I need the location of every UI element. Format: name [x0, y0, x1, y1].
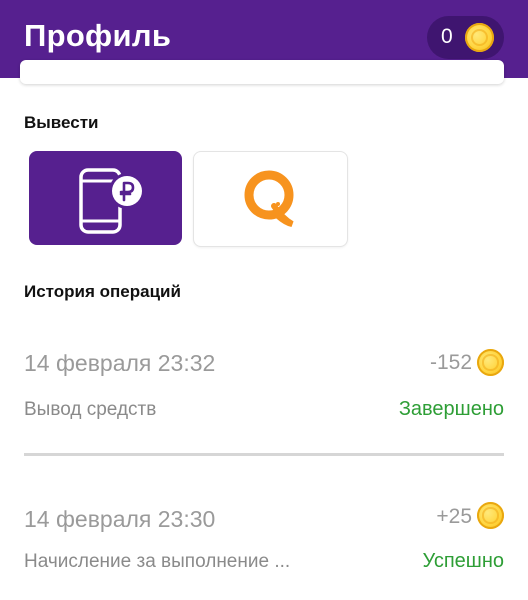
history-title: История операций [24, 282, 181, 301]
withdraw-method-qiwi[interactable] [193, 151, 348, 247]
operation-description: Вывод средств [24, 399, 157, 420]
operation-status: Успешно [422, 550, 504, 572]
operation-date: 14 февраля 23:32 [24, 350, 216, 376]
page-title: Профиль [24, 18, 172, 53]
mobile-payment-icon [79, 168, 145, 234]
operation-amount: -152 [429, 351, 472, 374]
balance-count: 0 [441, 25, 453, 48]
qiwi-logo-icon [244, 170, 294, 227]
operation-date: 14 февраля 23:30 [24, 506, 216, 532]
coin-icon [465, 23, 494, 52]
coin-icon [477, 349, 504, 376]
operation-description: Начисление за выполнение ... [24, 551, 291, 572]
balance-pill[interactable]: 0 [427, 16, 504, 59]
profile-card [20, 60, 504, 84]
operation-status: Завершено [398, 398, 504, 420]
coin-icon [477, 502, 504, 529]
withdraw-method-mobile[interactable] [29, 151, 182, 245]
operation-amount: +25 [436, 505, 472, 528]
divider [24, 453, 504, 456]
withdraw-title: Вывести [24, 113, 99, 132]
